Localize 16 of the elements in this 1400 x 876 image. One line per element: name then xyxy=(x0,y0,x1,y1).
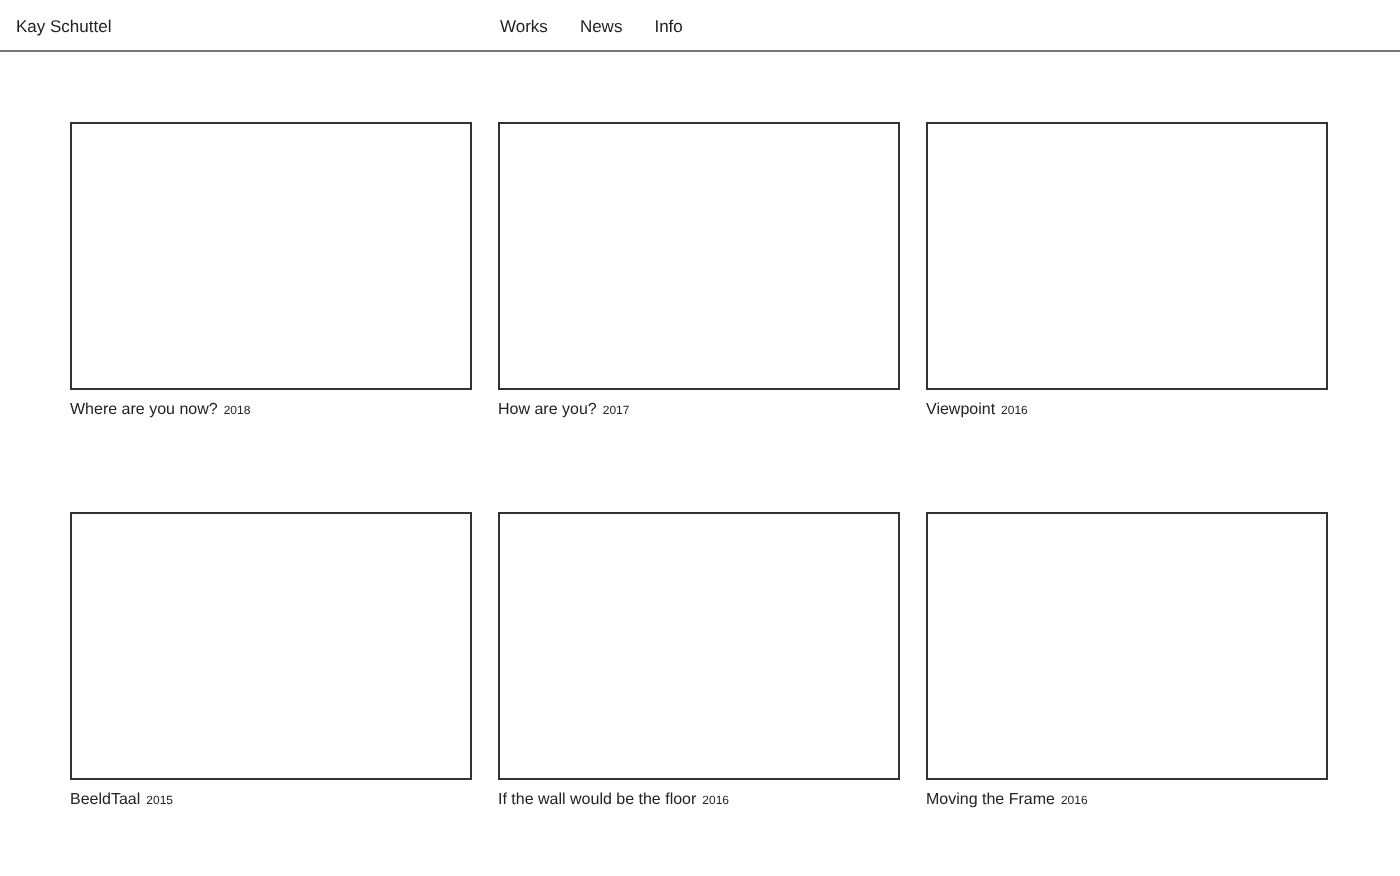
work-title[interactable]: Moving the Frame xyxy=(926,790,1055,808)
work-title[interactable]: Where are you now? xyxy=(70,400,218,418)
work-title[interactable]: How are you? xyxy=(498,400,597,418)
work-thumbnail[interactable] xyxy=(498,122,900,390)
work-thumbnail[interactable] xyxy=(70,122,472,390)
work-thumbnail[interactable] xyxy=(926,122,1328,390)
nav-link[interactable]: Works xyxy=(500,15,548,35)
work-title[interactable]: BeeldTaal xyxy=(70,790,141,808)
work-title[interactable]: If the wall would be the floor xyxy=(498,790,697,808)
nav-link[interactable]: Info xyxy=(654,15,683,35)
work-thumbnail[interactable] xyxy=(70,512,472,780)
work-thumbnail[interactable] xyxy=(498,512,900,780)
site-title[interactable]: Kay Schuttel xyxy=(16,15,500,35)
work-title[interactable]: Viewpoint xyxy=(926,400,996,418)
work-thumbnail[interactable] xyxy=(926,512,1328,780)
nav-link[interactable]: News xyxy=(579,15,623,35)
